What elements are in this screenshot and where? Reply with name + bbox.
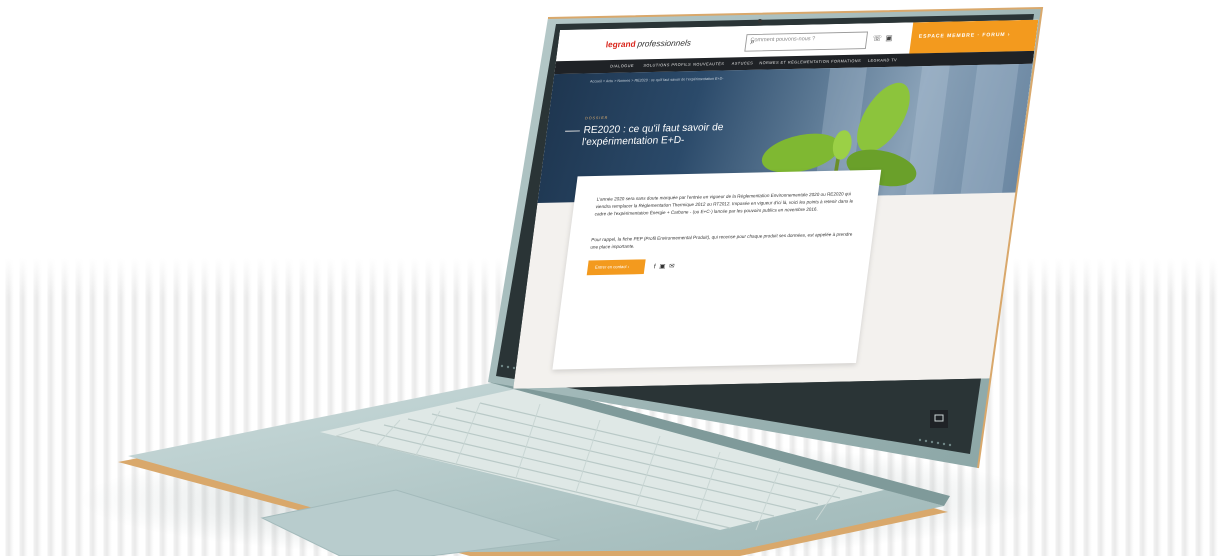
user-icon[interactable]: ▣	[885, 34, 897, 43]
article-rubric: DOSSIER	[584, 115, 609, 121]
share-icons: f▣✉	[653, 262, 678, 270]
nav-item-nouveautes[interactable]: NOUVEAUTÉS	[693, 61, 725, 66]
search-icon[interactable]: ⌕	[750, 34, 864, 47]
contact-button[interactable]: Entrer en contact ›	[586, 259, 646, 276]
article-follow: Pour rappel, la fiche PEP (Profil Enviro…	[589, 231, 853, 251]
member-space-label: ESPACE MEMBRE · FORUM ›	[918, 32, 1011, 40]
website-page: legrand professionnels Comment pouvons-n…	[513, 19, 1039, 389]
member-space-button[interactable]: ESPACE MEMBRE · FORUM ›	[909, 19, 1039, 54]
laptop-scene: legrand professionnels Comment pouvons-n…	[80, 6, 1044, 556]
phone-icon[interactable]: ☏	[872, 34, 886, 43]
logo-suffix: professionnels	[636, 38, 692, 49]
nav-item-astuces[interactable]: ASTUCES	[731, 61, 753, 66]
search-input[interactable]: Comment pouvons-nous ? ⌕	[744, 31, 869, 52]
legrand-logo[interactable]: legrand professionnels	[605, 38, 691, 49]
webcam	[758, 19, 762, 23]
nav-item-dialogue[interactable]: DIALOGUE	[610, 63, 634, 68]
breadcrumb[interactable]: Accueil > Actu > Normes > RE2020 : ce qu…	[590, 76, 724, 84]
article-panel: L'année 2020 sera sans doute marquée par…	[552, 169, 882, 370]
article-intro: L'année 2020 sera sans doute marquée par…	[594, 191, 854, 218]
header-icons: ☏▣	[872, 34, 897, 43]
contact-button-label: Entrer en contact ›	[594, 264, 630, 270]
logo-brand: legrand	[605, 39, 637, 50]
chat-widget-button[interactable]	[930, 410, 948, 428]
nav-item-formations[interactable]: FORMATIONS	[831, 58, 862, 63]
screen-display: legrand professionnels Comment pouvons-n…	[513, 19, 1039, 389]
nav-item-solutions[interactable]: SOLUTIONS PROFILS	[643, 62, 691, 68]
title-divider	[565, 130, 580, 132]
nav-item-normes[interactable]: NORMES ET RÉGLEMENTATION	[759, 59, 830, 65]
page-title: RE2020 : ce qu'il faut savoir de l'expér…	[581, 121, 725, 148]
email-icon[interactable]: ✉	[669, 263, 679, 270]
nav-item-legrand-tv[interactable]: LEGRAND TV	[868, 58, 898, 63]
